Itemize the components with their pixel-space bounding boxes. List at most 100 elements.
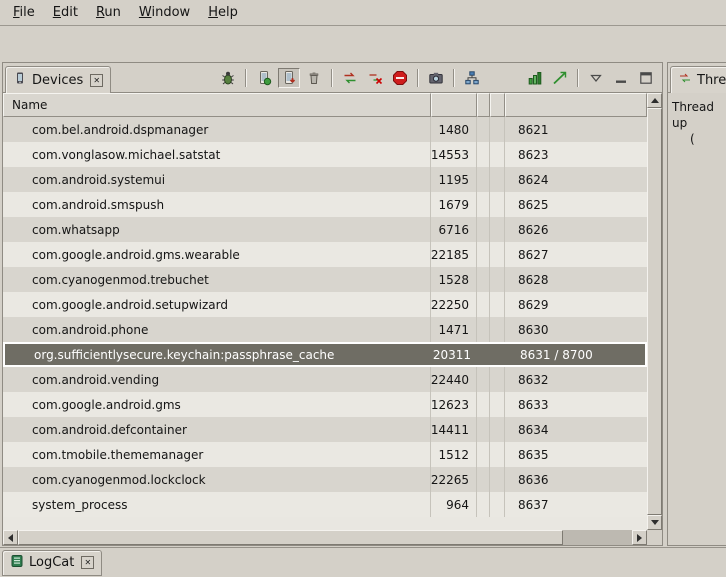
threads-panel: Threa Thread up ( [667,62,726,546]
port-cell: 8634 [505,417,647,442]
table-header: Name [3,93,647,117]
column-header-port[interactable] [505,93,647,117]
maximize-icon[interactable] [635,68,657,88]
screen-capture-icon[interactable] [425,68,447,88]
table-row[interactable]: com.android.phone 1471 8630 [3,317,647,342]
minimize-icon[interactable] [610,68,632,88]
stop-profiling-icon[interactable] [364,68,386,88]
table-row[interactable]: org.sufficientlysecure.keychain:passphra… [3,342,647,367]
table-row[interactable]: com.vonglasow.michael.satstat 14553 8623 [3,142,647,167]
process-name-cell: com.vonglasow.michael.satstat [3,142,431,167]
scroll-right-button[interactable] [632,530,647,545]
table-row[interactable]: com.bel.android.dspmanager 1480 8621 [3,117,647,142]
gap-cell [477,442,490,467]
gap-cell [490,367,505,392]
pid-cell: 1528 [431,267,477,292]
gap-cell [477,142,490,167]
gap-cell [490,267,505,292]
table-row[interactable]: system_process 964 8637 [3,492,647,517]
table-row[interactable]: com.android.defcontainer 14411 8634 [3,417,647,442]
column-header-name[interactable]: Name [3,93,431,117]
table-row[interactable]: com.cyanogenmod.lockclock 22265 8636 [3,467,647,492]
table-row[interactable]: com.android.smspush 1679 8625 [3,192,647,217]
column-header-gap2[interactable] [490,93,505,117]
pid-cell: 22265 [431,467,477,492]
port-cell: 8632 [505,367,647,392]
horizontal-scrollbar[interactable] [3,530,647,545]
cause-gc-icon[interactable] [303,68,325,88]
process-name-cell: system_process [3,492,431,517]
pid-cell: 1512 [431,442,477,467]
view-menu-icon[interactable] [585,68,607,88]
gap-cell [477,192,490,217]
port-cell: 8625 [505,192,647,217]
gap-cell [477,492,490,517]
process-name-cell: com.android.phone [3,317,431,342]
process-name-cell: com.tmobile.thememanager [3,442,431,467]
tab-devices[interactable]: Devices ✕ [5,66,111,93]
menu-help[interactable]: Help [199,1,247,24]
menu-edit[interactable]: Edit [44,1,87,24]
pid-cell: 1679 [431,192,477,217]
close-icon[interactable]: ✕ [81,556,94,569]
table-row[interactable]: com.google.android.gms 12623 8633 [3,392,647,417]
dump-hprof-icon[interactable] [278,68,300,88]
menu-file[interactable]: File [4,1,44,24]
devices-toolbar [217,68,657,88]
gap-cell [477,167,490,192]
network-stats-icon[interactable] [549,68,571,88]
device-icon [13,71,27,89]
table-row[interactable]: com.android.vending 22440 8632 [3,367,647,392]
table-row[interactable]: com.google.android.setupwizard 22250 862… [3,292,647,317]
scroll-down-button[interactable] [647,515,662,530]
table-row[interactable]: com.tmobile.thememanager 1512 8635 [3,442,647,467]
table-row[interactable]: com.cyanogenmod.trebuchet 1528 8628 [3,267,647,292]
threads-message: Thread up ( [668,93,726,147]
vertical-scrollbar[interactable] [647,93,662,530]
pid-cell: 1480 [431,117,477,142]
menu-window[interactable]: Window [130,1,199,24]
gap-cell [490,392,505,417]
tab-logcat[interactable]: LogCat ✕ [2,550,102,576]
table-row[interactable]: com.google.android.gms.wearable 22185 86… [3,242,647,267]
close-icon[interactable]: ✕ [90,74,103,87]
port-cell: 8630 [505,317,647,342]
update-threads-icon[interactable] [339,68,361,88]
port-cell: 8623 [505,142,647,167]
table-row[interactable]: com.android.systemui 1195 8624 [3,167,647,192]
arrow-up-icon [651,98,659,103]
vertical-scroll-thumb[interactable] [647,108,662,515]
gap-cell [477,117,490,142]
devices-tabrow: Devices ✕ [3,63,662,93]
table-row[interactable]: com.whatsapp 6716 8626 [3,217,647,242]
gap-cell [477,467,490,492]
device-table-rows: com.bel.android.dspmanager 1480 8621 com… [3,117,647,530]
arrow-down-icon [651,520,659,525]
pid-cell: 1471 [431,317,477,342]
update-heap-icon[interactable] [253,68,275,88]
gap-cell [490,192,505,217]
stop-process-icon[interactable] [389,68,411,88]
tab-threads[interactable]: Threa [670,66,726,93]
menu-run[interactable]: Run [87,1,130,24]
sysinfo-icon[interactable] [524,68,546,88]
toolbar-separator [453,69,455,87]
process-name-cell: com.android.systemui [3,167,431,192]
gap-cell [477,392,490,417]
scroll-left-button[interactable] [3,530,18,545]
port-cell: 8627 [505,242,647,267]
tab-threads-label: Threa [697,73,726,88]
gap-cell [490,317,505,342]
port-cell: 8621 [505,117,647,142]
column-header-gap1[interactable] [477,93,490,117]
pid-cell: 964 [431,492,477,517]
column-header-pid[interactable] [431,93,477,117]
view-hierarchy-icon[interactable] [461,68,483,88]
horizontal-scroll-thumb[interactable] [18,530,563,545]
arrow-left-icon [8,534,13,542]
port-cell: 8636 [505,467,647,492]
pid-cell: 20311 [433,344,479,365]
device-table: Name com.bel.android.dspmanager 1480 862… [3,93,662,545]
debug-process-icon[interactable] [217,68,239,88]
scroll-up-button[interactable] [647,93,662,108]
